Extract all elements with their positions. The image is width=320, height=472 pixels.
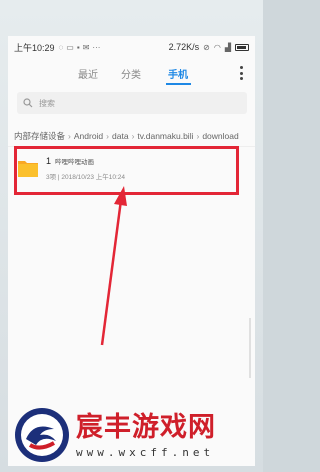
breadcrumb-item-download[interactable]: download xyxy=(202,131,238,141)
breadcrumb-item-storage[interactable]: 内部存储设备 xyxy=(14,130,65,142)
file-name-row: 1 哔哩哔哩动画 xyxy=(46,156,125,166)
battery-icon xyxy=(235,43,249,51)
breadcrumb-item-android[interactable]: Android xyxy=(74,131,103,141)
mail-icon: ✉ xyxy=(82,42,90,52)
scrollbar[interactable] xyxy=(249,318,251,378)
status-bar: 上午10:29 ◌ ▭ ▪ ✉ ··· 2.72K/s ⊘ ◠ ▟ xyxy=(8,36,255,58)
active-tab-indicator xyxy=(166,83,191,85)
app-icon: ▪ xyxy=(76,42,80,52)
status-right: 2.72K/s ⊘ ◠ ▟ xyxy=(169,42,249,52)
mute-icon: ⊘ xyxy=(203,42,210,52)
search-icon xyxy=(23,98,33,108)
watermark-title: 宸丰游戏网 xyxy=(76,411,216,442)
folder-icon xyxy=(18,161,38,177)
more-notifications-icon: ··· xyxy=(92,42,101,52)
network-speed: 2.72K/s xyxy=(168,42,200,52)
folder-name: 1 xyxy=(46,155,52,166)
watermark-logo-icon xyxy=(15,408,69,462)
divider xyxy=(8,146,255,147)
wifi-icon: ◠ xyxy=(213,42,221,52)
watermark: 宸丰游戏网 www.wxcff.net xyxy=(0,398,263,472)
tab-recent[interactable]: 最近 xyxy=(78,66,98,81)
chat-icon: ◌ xyxy=(58,42,64,52)
breadcrumb-item-data[interactable]: data xyxy=(112,131,129,141)
folder-subtitle: 哔哩哔哩动画 xyxy=(55,158,95,166)
chevron-right-icon: › xyxy=(196,131,200,141)
status-time: 上午10:29 xyxy=(14,42,55,53)
watermark-text: 宸丰游戏网 www.wxcff.net xyxy=(76,412,216,459)
breadcrumb-item-bili[interactable]: tv.danmaku.bili xyxy=(137,131,193,141)
search-input[interactable] xyxy=(39,98,229,108)
signal-icon: ▟ xyxy=(224,42,231,52)
chevron-right-icon: › xyxy=(131,131,135,141)
tab-bar: 最近 分类 手机 xyxy=(8,60,255,86)
message-icon: ▭ xyxy=(66,42,74,52)
search-box[interactable] xyxy=(17,92,247,114)
folder-meta: 3项 | 2018/10/23 上午10:24 xyxy=(46,173,126,181)
list-item[interactable]: 1 哔哩哔哩动画 3项 | 2018/10/23 上午10:24 xyxy=(17,150,237,186)
watermark-url: www.wxcff.net xyxy=(76,445,215,459)
tab-category[interactable]: 分类 xyxy=(121,66,141,81)
file-info: 1 哔哩哔哩动画 3项 | 2018/10/23 上午10:24 xyxy=(46,156,125,181)
chevron-right-icon: › xyxy=(68,131,71,141)
tab-phone[interactable]: 手机 xyxy=(168,66,188,81)
breadcrumb: 内部存储设备 › Android › data › tv.danmaku.bil… xyxy=(14,128,254,144)
more-menu-icon[interactable] xyxy=(239,66,243,80)
notification-icons: ◌ ▭ ▪ ✉ ··· xyxy=(59,43,101,52)
chevron-right-icon: › xyxy=(106,131,110,141)
